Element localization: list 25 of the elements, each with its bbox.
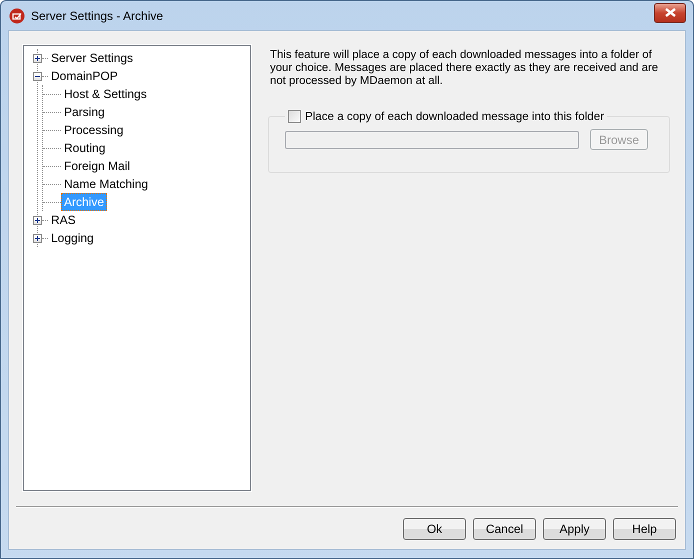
tree-item[interactable]: Processing: [61, 121, 126, 139]
tree-item[interactable]: Name Matching: [61, 175, 152, 193]
tree-item[interactable]: RAS: [48, 211, 79, 229]
tree-item[interactable]: Foreign Mail: [61, 157, 134, 175]
dialog-button[interactable]: Apply: [543, 518, 606, 540]
expand-icon[interactable]: [33, 216, 42, 224]
tree-item[interactable]: Server Settings: [48, 49, 136, 67]
expand-icon[interactable]: [33, 54, 42, 62]
collapse-icon[interactable]: [33, 72, 42, 80]
checkbox-label[interactable]: Place a copy of each downloaded message into this folder: [305, 110, 604, 123]
dialog-button[interactable]: Cancel: [473, 518, 536, 540]
tree-item[interactable]: Routing: [61, 139, 108, 157]
tree-item[interactable]: Parsing: [61, 103, 108, 121]
expand-icon[interactable]: [33, 234, 42, 242]
window-title: Server Settings - Archive: [31, 8, 164, 22]
tree-item[interactable]: DomainPOP: [48, 67, 121, 85]
app-icon: [9, 8, 25, 24]
tree-item[interactable]: Host & Settings: [61, 85, 150, 103]
dialog-button[interactable]: Help: [613, 518, 676, 540]
close-button[interactable]: [654, 2, 686, 22]
checkbox[interactable]: [288, 110, 301, 123]
tree-item[interactable]: Logging: [48, 229, 97, 247]
dialog-button[interactable]: Ok: [403, 518, 466, 540]
description-text: This feature will place a copy of each downloaded messages into a folder of your choice. Messages are placed there exactly as they are received and are not processed by MDaemon at all.: [270, 49, 660, 88]
close-icon: [664, 8, 676, 17]
